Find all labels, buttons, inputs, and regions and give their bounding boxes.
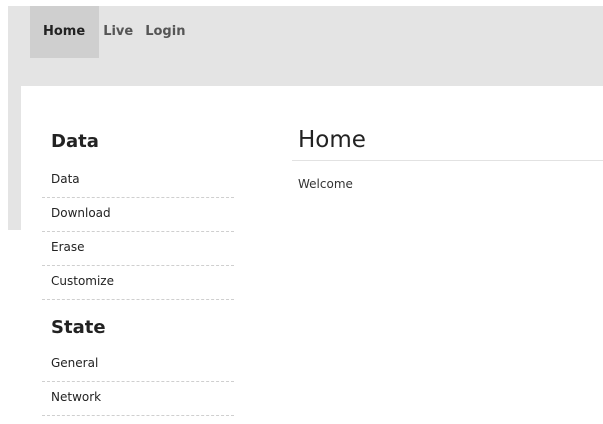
sidebar-heading-state: State [51, 317, 106, 338]
sidebar-item-network[interactable]: Network [42, 382, 234, 416]
sidebar-heading-data: Data [51, 131, 99, 152]
page-title: Home [292, 124, 603, 161]
sidebar-item-download[interactable]: Download [42, 198, 234, 232]
page: Home Live Login Data Data Download Erase… [0, 0, 603, 424]
main-card: Data Data Download Erase Customize State… [21, 86, 603, 424]
nav-home[interactable]: Home [30, 6, 100, 58]
nav-live[interactable]: Live [99, 6, 139, 58]
welcome-text: Welcome [298, 177, 353, 191]
sidebar-item-general[interactable]: General [42, 348, 234, 382]
main-content: Home Welcome [292, 124, 603, 191]
nav-login[interactable]: Login [139, 6, 191, 58]
top-nav: Home Live Login [30, 6, 191, 58]
sidebar-item-data[interactable]: Data [42, 164, 234, 198]
sidebar: Data Data Download Erase Customize State… [42, 124, 234, 416]
sidebar-item-erase[interactable]: Erase [42, 232, 234, 266]
sidebar-item-customize[interactable]: Customize [42, 266, 234, 300]
